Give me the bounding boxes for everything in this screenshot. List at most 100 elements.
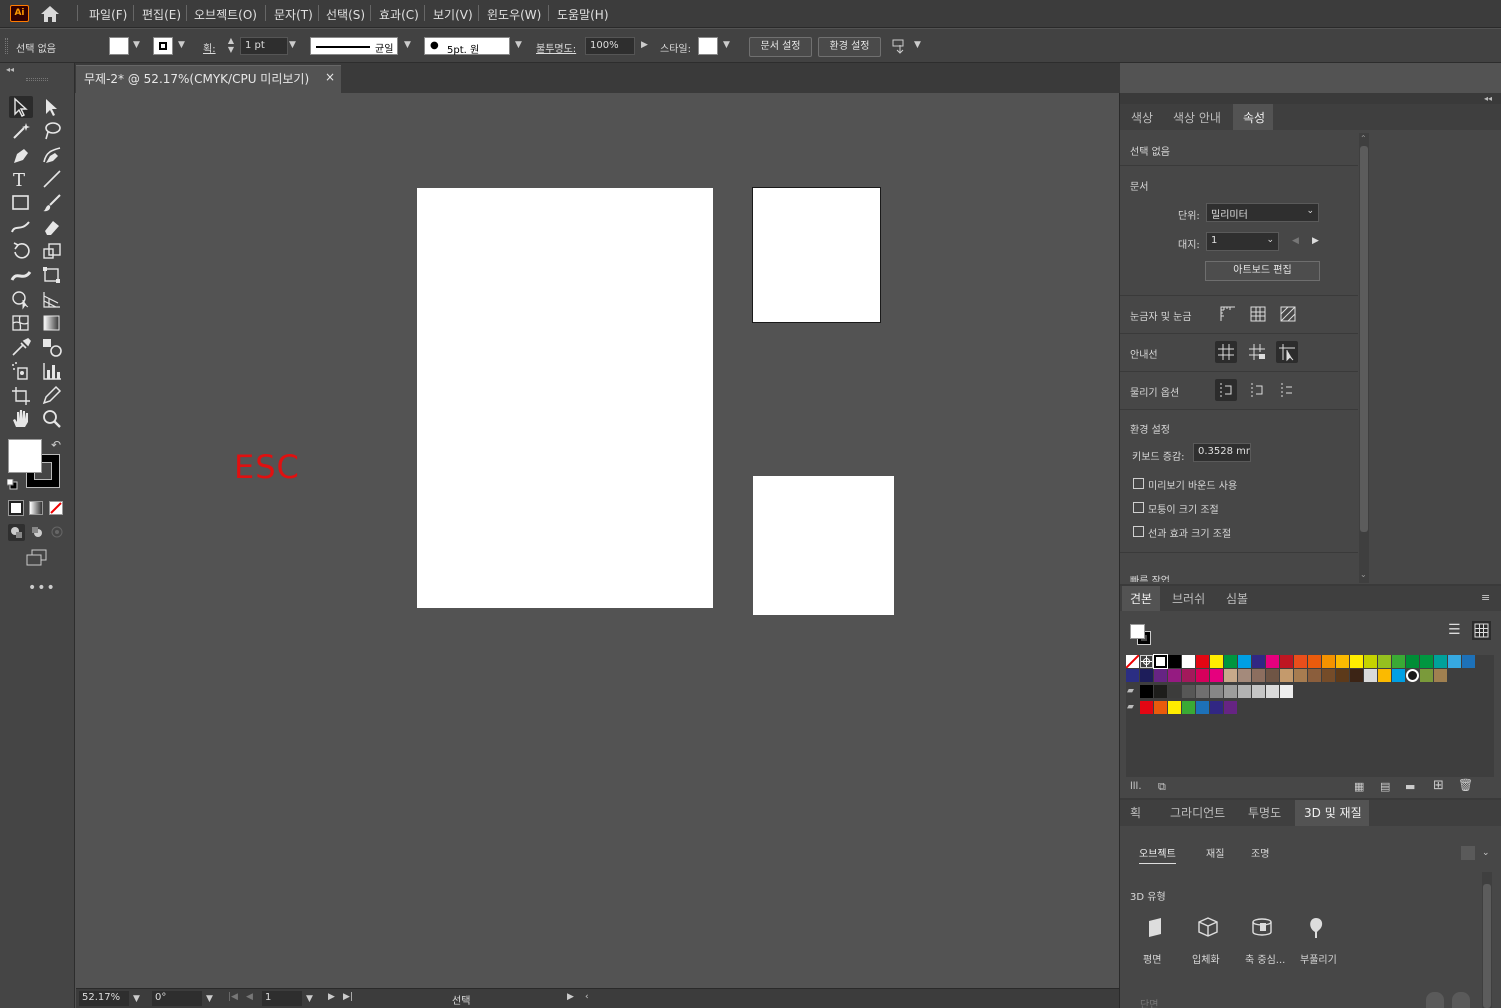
color-mode-icon[interactable] [8,500,24,516]
grid-view-icon[interactable] [1472,621,1491,640]
rotation-field[interactable]: 0° [152,991,202,1006]
color-swatch[interactable] [1350,669,1363,682]
smart-guides-icon[interactable] [1276,341,1298,363]
menu-view[interactable]: 보기(V) [433,6,473,23]
tab-color-guide[interactable]: 색상 안내 [1173,109,1221,126]
color-swatch[interactable] [1196,669,1209,682]
swatch-white[interactable] [1153,654,1168,669]
swatch-none[interactable] [1125,654,1140,669]
color-swatch[interactable] [1252,669,1265,682]
color-swatch[interactable] [1224,701,1237,714]
color-swatch[interactable] [1336,655,1349,668]
column-graph-tool-icon[interactable] [40,360,64,382]
free-transform-tool-icon[interactable] [40,264,64,286]
collapse-double-arrow-icon[interactable]: ◂◂ [6,65,14,74]
swatch-fill-stroke-indicator[interactable] [1130,624,1152,646]
stroke-weight-chevron-icon[interactable]: ▼ [289,40,296,50]
eyedropper-tool-icon[interactable] [9,336,33,358]
list-view-icon[interactable]: ☰ [1448,622,1461,638]
color-swatch[interactable] [1238,655,1251,668]
stroke-weight-field[interactable]: 1 pt [240,37,288,55]
swatch-registration[interactable] [1140,655,1153,668]
color-swatch[interactable] [1280,669,1293,682]
snap-to-glyph-icon[interactable] [1276,379,1298,401]
color-swatch[interactable] [1210,701,1223,714]
scale-strokes-checkbox[interactable] [1133,526,1144,537]
stroke-profile-chevron-icon[interactable]: ▼ [404,40,411,50]
color-swatch[interactable] [1238,685,1251,698]
inflate-icon[interactable] [1305,916,1327,940]
artboard-2[interactable] [752,187,881,323]
color-swatch[interactable] [1364,669,1377,682]
preview-bounds-checkbox[interactable] [1133,478,1144,489]
curvature-tool-icon[interactable] [40,144,64,166]
tab-swatches[interactable]: 견본 [1130,590,1152,607]
blend-tool-icon[interactable] [40,336,64,358]
opacity-label[interactable]: 불투명도: [536,40,576,55]
arrange-icon[interactable] [891,37,909,55]
swatch-pattern-leaf[interactable] [1420,669,1433,682]
color-swatch[interactable] [1182,701,1195,714]
artboard-number-field[interactable]: 1 [262,991,302,1006]
extrude-icon[interactable] [1196,916,1220,938]
next-artboard-icon[interactable]: ▶ [328,992,335,1002]
zoom-tool-icon[interactable] [40,408,64,430]
line-segment-tool-icon[interactable] [40,168,64,190]
next-artboard-arrow-icon[interactable]: ▶ [1312,236,1319,246]
color-swatch[interactable] [1154,685,1167,698]
draw-inside-icon[interactable] [49,524,66,541]
3d-panel-scroll-thumb[interactable] [1483,884,1491,1008]
color-swatch[interactable] [1168,685,1181,698]
swatch-libraries-icon[interactable]: lll. [1130,781,1142,792]
color-swatch[interactable] [1196,655,1209,668]
gradient-mode-icon[interactable] [29,501,43,515]
document-setup-button[interactable]: 문서 설정 [749,37,812,57]
properties-scroll-thumb[interactable] [1360,146,1368,532]
color-swatch[interactable] [1154,669,1167,682]
trash-icon[interactable]: 🗑 [1458,778,1473,792]
color-swatch[interactable] [1210,655,1223,668]
artboard-chevron-icon[interactable]: ▼ [306,994,313,1004]
opacity-field[interactable]: 100% [585,37,635,55]
rotate-tool-icon[interactable] [9,240,33,262]
scale-corners-checkbox[interactable] [1133,502,1144,513]
color-swatch[interactable] [1126,669,1139,682]
swap-fill-stroke-icon[interactable]: ↶ [51,438,61,452]
color-swatch[interactable] [1266,669,1279,682]
tab-brushes[interactable]: 브러쉬 [1172,590,1205,607]
color-swatch[interactable] [1168,655,1181,668]
color-swatch[interactable] [1252,685,1265,698]
dock-collapse-icon[interactable]: ◂◂ [1484,94,1492,103]
grayscale-group-folder-icon[interactable]: ▰ [1127,686,1134,696]
color-swatch[interactable] [1266,685,1279,698]
draw-normal-icon[interactable] [8,524,25,541]
color-swatch[interactable] [1140,701,1153,714]
color-swatch[interactable] [1448,655,1461,668]
color-swatch[interactable] [1434,655,1447,668]
color-swatch[interactable] [1280,655,1293,668]
shaper-tool-icon[interactable] [9,216,33,238]
screen-mode-icon[interactable] [25,548,49,568]
new-swatch-icon[interactable]: ⊞ [1433,778,1444,793]
tab-3d-materials[interactable]: 3D 및 재질 [1304,804,1362,821]
swatch-options-icon[interactable]: ▦ [1354,780,1364,793]
tab-stroke[interactable]: 획 [1130,804,1141,821]
control-bar-grip[interactable] [5,38,8,54]
transparency-grid-icon[interactable] [1277,303,1299,325]
fill-dropdown-chevron-icon[interactable]: ▼ [133,40,140,50]
color-swatch[interactable] [1224,685,1237,698]
color-swatch[interactable] [1140,685,1153,698]
artboard-1[interactable] [417,188,713,608]
color-swatch[interactable] [1168,669,1181,682]
keyboard-increment-field[interactable]: 0.3528 mm [1193,443,1251,462]
menu-help[interactable]: 도움말(H) [557,6,609,23]
previous-artboard-icon[interactable]: ◀ [246,992,253,1002]
cap-off-icon[interactable] [1426,992,1444,1008]
width-tool-icon[interactable] [9,264,33,286]
scroll-down-icon[interactable]: ⌄ [1360,570,1367,579]
menu-object[interactable]: 오브젝트(O) [194,6,257,23]
mesh-tool-icon[interactable] [9,312,33,334]
pen-tool-icon[interactable] [9,144,33,166]
snap-to-pixel-icon[interactable] [1246,379,1268,401]
swatch-pattern-texture[interactable] [1434,669,1447,682]
